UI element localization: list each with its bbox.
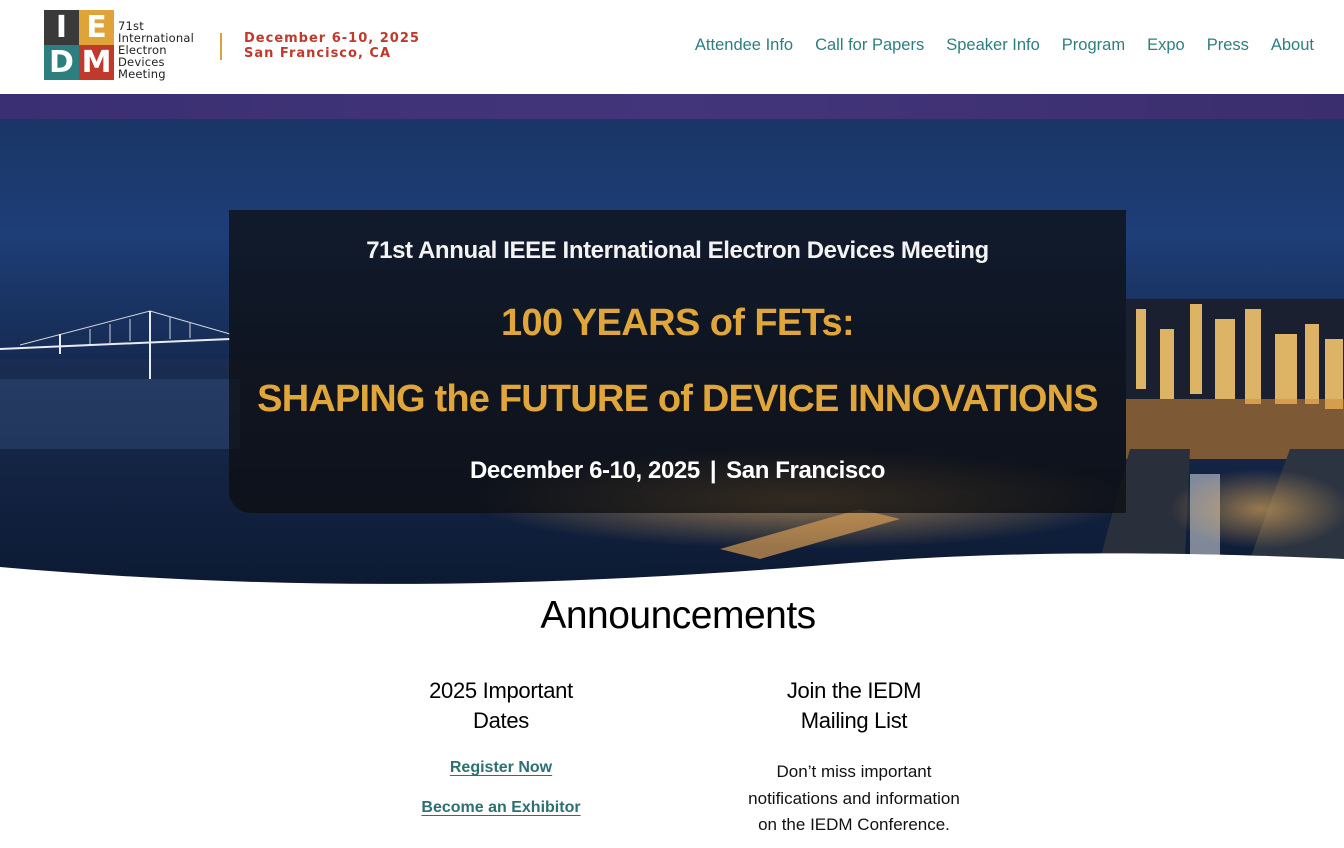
logo-letter-i: I [44,10,79,45]
heading-line: Mailing List [800,708,908,733]
nav-call-for-papers[interactable]: Call for Papers [815,36,924,55]
logo-word: Meeting [118,67,166,81]
hero-overlay-card: 71st Annual IEEE International Electron … [229,210,1126,513]
announcements-title: Announcements [540,594,816,637]
mailing-list-heading: Join the IEDM Mailing List [714,676,994,736]
register-now-link[interactable]: Register Now [450,759,552,777]
logo-wordmark: 71st International Electron Devices Meet… [118,20,194,80]
become-exhibitor-link[interactable]: Become an Exhibitor [421,799,580,817]
heading-line: 2025 Important [429,678,573,703]
header-date: December 6-10, 2025 [244,31,420,46]
hero-kicker: 71st Annual IEEE International Electron … [366,237,989,264]
iedm-logo[interactable]: I E D M 71st International Electron Devi… [44,10,194,80]
logo-letter-m: M [79,45,114,80]
logo-letter-d: D [44,45,79,80]
hero-city: San Francisco [726,457,886,484]
nav-attendee-info[interactable]: Attendee Info [695,36,793,55]
important-dates-column: 2025 Important Dates Register Now Become… [361,676,641,816]
mailing-list-column: Join the IEDM Mailing List Don’t miss im… [714,676,994,834]
hero-title-line1: 100 YEARS of FETs: [500,302,855,344]
hero-separator: | [709,457,717,484]
mailing-list-text: Don’t miss important notifications and i… [714,759,994,839]
hero-wave [0,553,1344,584]
text-line: on the IEDM Conference. [758,815,950,834]
header-date-location: December 6-10, 2025 San Francisco, CA [244,31,420,61]
header-location: San Francisco, CA [244,46,392,61]
nav-expo[interactable]: Expo [1147,36,1185,55]
heading-line: Join the IEDM [786,678,922,703]
hero-meta: December 6-10, 2025 | San Francisco [229,457,1126,485]
text-line: notifications and information [748,788,960,808]
hero-title-line2: SHAPING the FUTURE of DEVICE INNOVATIONS [257,378,1098,420]
important-dates-heading: 2025 Important Dates [361,676,641,736]
nav-program[interactable]: Program [1062,36,1125,55]
heading-line: Dates [473,708,529,733]
main-nav: Attendee Info Call for Papers Speaker In… [695,36,1314,55]
header-divider [220,33,222,60]
nav-speaker-info[interactable]: Speaker Info [946,36,1040,55]
nav-press[interactable]: Press [1207,36,1249,55]
purple-band [0,94,1344,119]
hero-dates: December 6-10, 2025 [469,457,700,484]
text-line: Don’t miss important [776,762,932,781]
logo-letter-e: E [79,10,114,45]
nav-about[interactable]: About [1271,36,1314,55]
logo-grid: I E D M [44,10,114,80]
site-header: I E D M 71st International Electron Devi… [0,0,1344,94]
